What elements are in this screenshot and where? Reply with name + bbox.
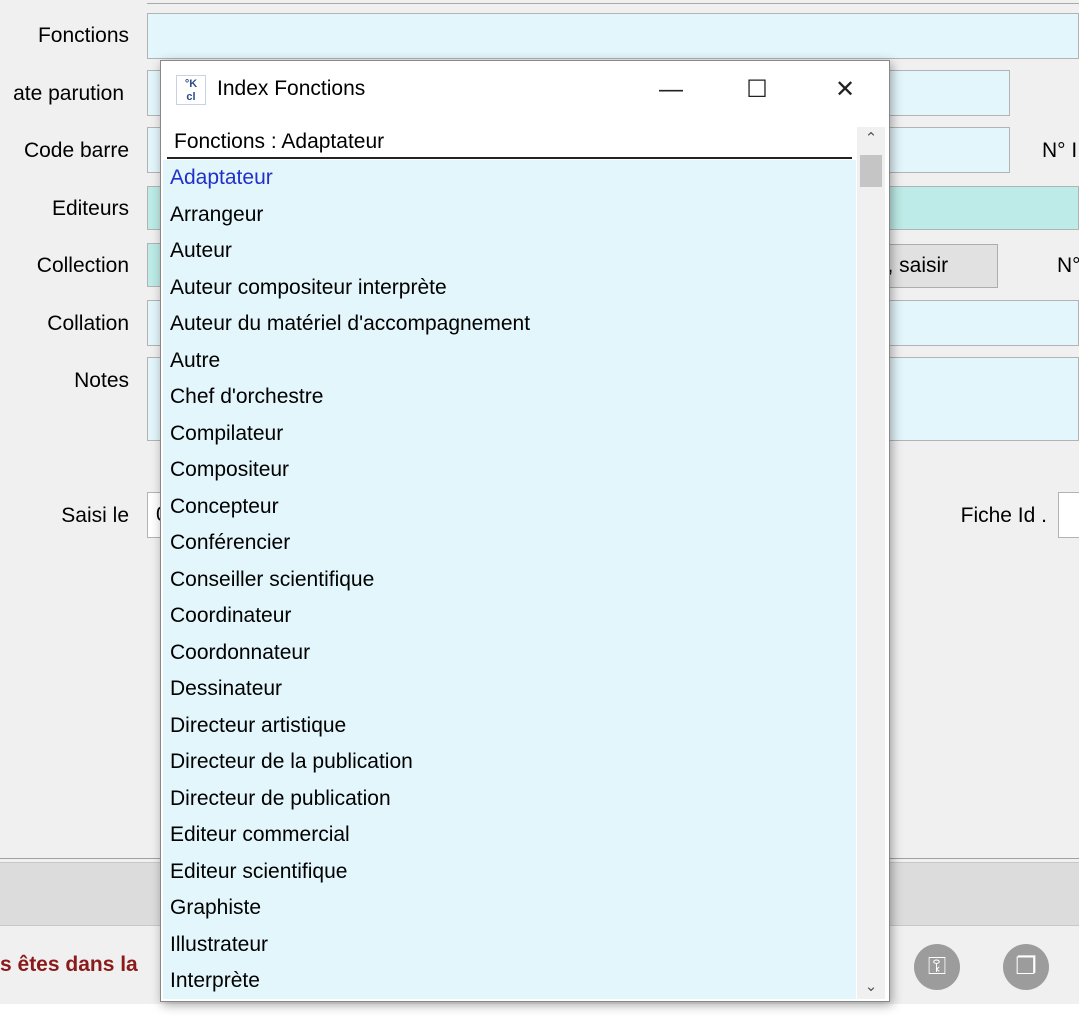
list-header: Fonctions : Adaptateur [167, 127, 852, 159]
minimize-button[interactable]: — [641, 67, 701, 113]
collation-label: Collation [47, 312, 129, 335]
copy-icon[interactable]: ❐ [1003, 944, 1049, 990]
list-item[interactable]: Conseiller scientifique [163, 562, 856, 599]
dialog-titlebar[interactable]: °K cl Index Fonctions — ☐ ✕ [161, 61, 889, 121]
collection-label: Collection [36, 254, 129, 277]
list-item[interactable]: Directeur de la publication [163, 744, 856, 781]
list-item[interactable]: Illustrateur [163, 927, 856, 964]
date-parution-field-right[interactable] [880, 70, 1010, 116]
code-barre-label: Code barre [23, 139, 129, 162]
dialog-title: Index Fonctions [217, 77, 366, 100]
app-icon: °K cl [176, 75, 206, 105]
collection-numero-label: N° [1057, 254, 1079, 277]
close-button[interactable]: ✕ [815, 67, 875, 113]
fonctions-label: Fonctions [37, 24, 129, 47]
list-item[interactable]: Auteur du matériel d'accompagnement [163, 306, 856, 343]
scroll-down-arrow[interactable]: ⌄ [857, 975, 885, 999]
index-fonctions-dialog: °K cl Index Fonctions — ☐ ✕ Fonctions : A… [160, 60, 890, 1002]
list-item[interactable]: Compilateur [163, 416, 856, 453]
fiche-id-label: Fiche Id . [960, 504, 1047, 527]
list-item[interactable]: Chef d'orchestre [163, 379, 856, 416]
scroll-thumb[interactable] [860, 155, 882, 187]
fonctions-list[interactable]: Adaptateur Arrangeur Auteur Auteur composit… [163, 160, 856, 999]
list-item[interactable]: Coordinateur [163, 598, 856, 635]
code-barre-field-right[interactable] [880, 127, 1010, 173]
list-item[interactable]: Interprète [163, 963, 856, 1000]
list-item[interactable]: Graphiste [163, 890, 856, 927]
date-parution-label: ate parution [13, 82, 124, 105]
list-item[interactable]: Coordonnateur [163, 635, 856, 672]
maximize-button[interactable]: ☐ [727, 67, 787, 113]
key-icon[interactable]: ⚿ [914, 944, 960, 990]
list-item[interactable]: Autre [163, 343, 856, 380]
list-item[interactable]: Adaptateur [163, 160, 856, 197]
list-item[interactable]: Arrangeur [163, 197, 856, 234]
bottom-bar [0, 1004, 1079, 1036]
list-item[interactable]: Directeur de publication [163, 781, 856, 818]
list-item[interactable]: Dessinateur [163, 671, 856, 708]
fonctions-field[interactable] [147, 13, 1079, 59]
scrollbar[interactable]: ⌃ ⌄ [857, 127, 885, 999]
list-item[interactable]: Concepteur [163, 489, 856, 526]
saisi-le-label: Saisi le [61, 504, 129, 527]
list-item[interactable]: Directeur artistique [163, 708, 856, 745]
list-item[interactable]: Conférencier [163, 525, 856, 562]
status-message: s êtes dans la [0, 953, 138, 976]
scroll-up-arrow[interactable]: ⌃ [857, 127, 885, 151]
list-item[interactable]: Editeur commercial [163, 817, 856, 854]
list-item[interactable]: Auteur compositeur interprète [163, 270, 856, 307]
fiche-id-field[interactable] [1058, 492, 1079, 538]
list-item[interactable]: Editeur scientifique [163, 854, 856, 891]
list-item[interactable]: Auteur [163, 233, 856, 270]
list-item[interactable]: Compositeur [163, 452, 856, 489]
notes-label: Notes [74, 369, 129, 392]
editeurs-label: Editeurs [51, 197, 129, 220]
top-divider [147, 0, 1079, 4]
numero-label: N° I [1042, 139, 1078, 162]
